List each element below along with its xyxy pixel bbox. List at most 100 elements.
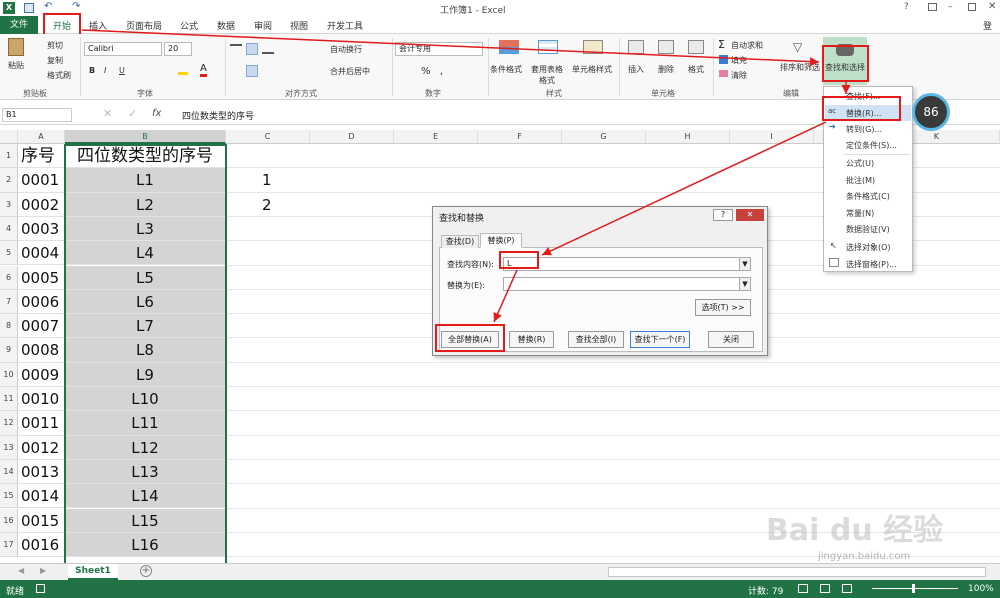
save-icon[interactable] bbox=[24, 3, 34, 13]
sort-filter-icon[interactable]: ▽ bbox=[793, 40, 802, 54]
conditional-format-icon[interactable] bbox=[499, 40, 519, 54]
zoom-slider[interactable] bbox=[872, 588, 958, 589]
insert-cells-button[interactable]: 插入 bbox=[628, 64, 644, 75]
eraser-icon[interactable] bbox=[719, 70, 728, 77]
menu-data-validation[interactable]: 数据验证(V) bbox=[846, 224, 890, 235]
cell-styles-button[interactable]: 单元格样式 bbox=[572, 64, 612, 75]
autosum-icon[interactable]: Σ bbox=[718, 38, 725, 51]
cancel-entry-icon[interactable]: ✕ bbox=[103, 107, 112, 120]
cell-a[interactable]: 0003 bbox=[18, 216, 65, 242]
zoom-level[interactable]: 100% bbox=[968, 584, 994, 594]
font-color-icon[interactable]: A bbox=[200, 64, 207, 77]
row-header[interactable]: 11 bbox=[0, 387, 18, 412]
cut-button[interactable]: 剪切 bbox=[47, 40, 63, 51]
row-header[interactable]: 8 bbox=[0, 314, 18, 339]
menu-constants[interactable]: 常量(N) bbox=[846, 208, 874, 219]
page-break-icon[interactable] bbox=[842, 584, 852, 593]
underline-button[interactable]: U bbox=[119, 66, 125, 75]
macro-record-icon[interactable] bbox=[36, 584, 45, 593]
align-middle-icon[interactable] bbox=[246, 43, 258, 55]
fill-icon[interactable] bbox=[719, 55, 728, 64]
font-name-select[interactable]: Calibri bbox=[84, 42, 162, 56]
help-icon[interactable]: ? bbox=[904, 2, 909, 12]
cell-a[interactable]: 0016 bbox=[18, 532, 65, 558]
column-header-c[interactable]: C bbox=[226, 130, 310, 144]
table-format-icon[interactable] bbox=[538, 40, 558, 54]
cell-a[interactable]: 0006 bbox=[18, 289, 65, 315]
cell-c[interactable]: 1 bbox=[226, 168, 272, 192]
row-header[interactable]: 13 bbox=[0, 435, 18, 460]
close-icon[interactable]: ✕ bbox=[988, 1, 996, 12]
formula-input[interactable]: 四位数类型的序号 bbox=[182, 109, 254, 122]
cell-a[interactable]: 0014 bbox=[18, 484, 65, 509]
tab-find[interactable]: 查找(D) bbox=[441, 235, 479, 248]
number-format-select[interactable]: 会计专用 bbox=[395, 42, 483, 56]
row-header[interactable]: 6 bbox=[0, 265, 18, 290]
cell-a[interactable]: 序号 bbox=[18, 144, 65, 169]
format-cells-icon[interactable] bbox=[688, 40, 704, 54]
restore-icon[interactable] bbox=[968, 3, 976, 11]
tab-data[interactable]: 数据 bbox=[217, 19, 235, 32]
clear-button[interactable]: 清除 bbox=[731, 70, 747, 81]
name-box[interactable]: B1 bbox=[2, 108, 72, 122]
align-top-icon[interactable] bbox=[230, 44, 242, 54]
cell-a[interactable]: 0008 bbox=[18, 338, 65, 363]
cell-a[interactable]: 0007 bbox=[18, 314, 65, 339]
fill-button[interactable]: 填充 bbox=[731, 55, 747, 66]
align-bottom-icon[interactable] bbox=[262, 44, 274, 54]
row-header[interactable]: 10 bbox=[0, 362, 18, 387]
options-button[interactable]: 选项(T) >> bbox=[695, 299, 751, 316]
find-dropdown-icon[interactable]: ▼ bbox=[739, 257, 751, 271]
cell-a[interactable]: 0009 bbox=[18, 362, 65, 387]
tab-developer[interactable]: 开发工具 bbox=[327, 19, 363, 32]
menu-goto[interactable]: 转到(G)... bbox=[846, 124, 882, 135]
row-header[interactable]: 5 bbox=[0, 241, 18, 266]
redo-icon[interactable]: ↷ bbox=[72, 1, 80, 12]
insert-function-icon[interactable]: fx bbox=[152, 108, 161, 119]
menu-conditional-formatting[interactable]: 条件格式(C) bbox=[846, 191, 890, 202]
row-header[interactable]: 16 bbox=[0, 508, 18, 533]
italic-button[interactable]: I bbox=[104, 66, 106, 75]
row-header[interactable]: 4 bbox=[0, 216, 18, 242]
sheet-next-icon[interactable]: ▶ bbox=[40, 566, 46, 575]
row-header[interactable]: 7 bbox=[0, 289, 18, 315]
column-header-h[interactable]: H bbox=[646, 130, 730, 144]
copy-button[interactable]: 复制 bbox=[47, 55, 63, 66]
menu-comments[interactable]: 批注(M) bbox=[846, 175, 875, 186]
align-center-icon[interactable] bbox=[246, 65, 258, 77]
column-header-f[interactable]: F bbox=[478, 130, 562, 144]
format-cells-button[interactable]: 格式 bbox=[688, 64, 704, 75]
sheet-prev-icon[interactable]: ◀ bbox=[18, 566, 24, 575]
paste-button[interactable]: 粘贴 bbox=[8, 60, 24, 71]
find-next-button[interactable]: 查找下一个(F) bbox=[630, 331, 690, 348]
percent-button[interactable]: % bbox=[421, 66, 431, 77]
row-header[interactable]: 3 bbox=[0, 192, 18, 217]
replace-with-input[interactable] bbox=[503, 277, 745, 291]
row-header[interactable]: 14 bbox=[0, 459, 18, 485]
ribbon-display-icon[interactable] bbox=[928, 3, 937, 11]
comma-button[interactable]: , bbox=[440, 66, 443, 77]
cell-a[interactable]: 0002 bbox=[18, 192, 65, 217]
table-format-button[interactable]: 套用表格格式 bbox=[530, 64, 564, 86]
menu-goto-special[interactable]: 定位条件(S)... bbox=[846, 140, 897, 151]
tab-insert[interactable]: 插入 bbox=[89, 19, 107, 32]
menu-select-objects[interactable]: 选择对象(O) bbox=[846, 242, 891, 253]
row-header[interactable]: 9 bbox=[0, 338, 18, 363]
add-sheet-icon[interactable]: + bbox=[140, 565, 152, 577]
undo-icon[interactable]: ↶ bbox=[44, 1, 52, 12]
column-header-e[interactable]: E bbox=[394, 130, 478, 144]
wrap-text-button[interactable]: 自动换行 bbox=[330, 44, 362, 55]
autosum-button[interactable]: 自动求和 bbox=[731, 40, 763, 51]
sort-filter-button[interactable]: 排序和筛选 bbox=[780, 62, 820, 73]
cell-a[interactable]: 0005 bbox=[18, 265, 65, 290]
merge-center-button[interactable]: 合并后居中 bbox=[330, 66, 370, 77]
cell-a[interactable]: 0001 bbox=[18, 168, 65, 193]
cell-styles-icon[interactable] bbox=[583, 40, 603, 54]
tab-review[interactable]: 审阅 bbox=[254, 19, 272, 32]
cell-a[interactable]: 0004 bbox=[18, 241, 65, 266]
tab-formulas[interactable]: 公式 bbox=[180, 19, 198, 32]
row-header[interactable]: 1 bbox=[0, 144, 18, 169]
bold-button[interactable]: B bbox=[89, 66, 95, 75]
row-header[interactable]: 2 bbox=[0, 168, 18, 193]
row-header[interactable]: 12 bbox=[0, 411, 18, 436]
